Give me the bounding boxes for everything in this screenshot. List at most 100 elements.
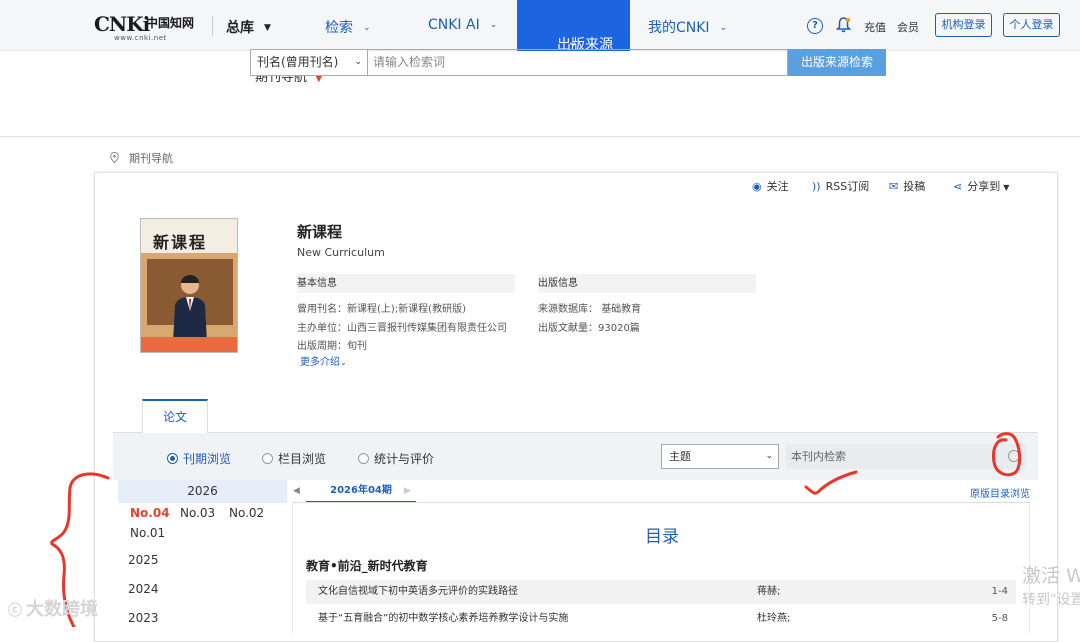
windows-settings-watermark: 转到"设置 — [1022, 592, 1080, 608]
personal-login-button[interactable]: 个人登录 — [1003, 13, 1060, 37]
radio-browse-by-column[interactable]: 栏目浏览 — [262, 450, 326, 467]
former-name-value: 新课程(上);新课程(教研版) — [347, 304, 466, 315]
caret-down-icon: ▼ — [1003, 183, 1010, 192]
search-input[interactable]: 请输入检索词 — [368, 49, 788, 76]
recharge-link[interactable]: 充值 — [864, 19, 886, 35]
radio-browse-by-issue[interactable]: 刊期浏览 — [167, 450, 231, 467]
search-field-select[interactable]: 刊名(曾用刊名) ⌄ — [250, 49, 368, 76]
share-icon: ⋖ — [953, 180, 963, 193]
library-menu[interactable]: 总库 ▼ — [226, 17, 271, 37]
next-issue-arrow-icon[interactable]: ▶ — [404, 486, 411, 496]
chevron-down-icon: ⌄ — [354, 57, 362, 67]
location-pin-icon — [110, 152, 119, 163]
article-pages: 1-4 — [991, 586, 1008, 597]
search-button[interactable]: 出版来源检索 — [788, 49, 886, 76]
nav-cnki-ai-label: CNKI AI — [428, 17, 480, 33]
stats-evaluation-label: 统计与评价 — [374, 452, 435, 466]
institution-login-button[interactable]: 机构登录 — [935, 13, 992, 37]
year-item[interactable]: 2024 — [128, 582, 159, 596]
article-author[interactable]: 蒋赫; — [757, 580, 780, 604]
library-label: 总库 — [226, 20, 254, 36]
topic-select[interactable]: 主题 ⌄ — [661, 444, 779, 469]
former-name-label: 曾用刊名： — [297, 304, 347, 315]
year-2026[interactable]: 2026 — [118, 480, 287, 503]
member-link[interactable]: 会员 — [897, 19, 919, 35]
article-author[interactable]: 杜玲燕; — [757, 607, 790, 631]
chevron-down-icon: ⌄ — [719, 23, 728, 33]
article-title[interactable]: 基于“五育融合”的初中数学核心素养培养教学设计与实施 — [318, 607, 568, 631]
breadcrumb: 期刊导航 — [110, 150, 173, 166]
chevron-down-icon: ⌄ — [765, 451, 773, 461]
watermark-logo-icon: ⓒ — [8, 603, 22, 619]
nav-publication-source[interactable]: 出版来源 ⌄ — [517, 0, 630, 53]
article-title[interactable]: 文化自信视域下初中英语多元评价的实践路径 — [318, 580, 518, 604]
rss-icon: )) — [812, 180, 821, 193]
basic-info-header: 基本信息 — [297, 274, 515, 293]
issue-tab[interactable]: 2026年04期 — [306, 480, 416, 503]
cover-footer — [141, 337, 237, 352]
browse-by-column-label: 栏目浏览 — [278, 452, 327, 466]
database-value: 基础教育 — [601, 304, 642, 315]
share-label: 分享到 — [967, 180, 1001, 193]
issue-item[interactable]: No.01 — [130, 526, 165, 540]
radio-unchecked-icon — [358, 453, 369, 464]
issue-item[interactable]: No.02 — [229, 506, 264, 520]
database-label: 来源数据库： — [538, 304, 598, 315]
caret-down-icon: ▼ — [264, 23, 271, 33]
follow-button[interactable]: ◉ 关注 — [752, 178, 789, 194]
rss-button[interactable]: )) RSS订阅 — [812, 178, 869, 194]
cnki-logo[interactable]: CNKi 中国知网 www.cnki.net — [94, 12, 198, 42]
prev-issue-arrow-icon[interactable]: ◀ — [293, 486, 300, 496]
chevron-down-icon: ⌄ — [567, 34, 579, 50]
radio-unchecked-icon — [262, 453, 273, 464]
more-intro-link[interactable]: 更多介绍⌄ — [300, 353, 347, 368]
in-journal-search-input[interactable]: 本刊内检索 — [786, 444, 1026, 469]
toc-title: 目录 — [645, 527, 679, 547]
sponsor-value: 山西三晋报刊传媒集团有限责任公司 — [347, 323, 507, 334]
section-title: 教育•前沿_新时代教育 — [306, 559, 428, 573]
nav-search-label: 检索 — [325, 20, 353, 36]
rss-label: RSS订阅 — [825, 180, 870, 193]
logo-cn: 中国知网 — [146, 16, 195, 30]
year-item[interactable]: 2025 — [128, 553, 159, 567]
doc-count-value: 93020篇 — [598, 323, 640, 334]
windows-activation-watermark: 激活 W — [1022, 565, 1080, 587]
issue-item[interactable]: No.04 — [130, 506, 170, 520]
search-icon[interactable] — [1008, 450, 1020, 462]
original-toc-link[interactable]: 原版目录浏览 — [970, 485, 1030, 500]
sponsor-row: 主办单位：山西三晋报刊传媒集团有限责任公司 — [297, 319, 507, 334]
share-button[interactable]: ⋖ 分享到 ▼ — [953, 178, 1009, 194]
help-icon[interactable]: ? — [807, 18, 823, 34]
cover-portrait — [173, 275, 207, 343]
database-row: 来源数据库： 基础教育 — [538, 300, 641, 315]
nav-my-cnki[interactable]: 我的CNKI ⌄ — [648, 17, 727, 37]
brand-watermark-text: 大数跨境 — [26, 599, 98, 620]
radio-stats-evaluation[interactable]: 统计与评价 — [358, 450, 434, 467]
nav-search[interactable]: 检索 ⌄ — [325, 17, 371, 37]
journal-title: 新课程 — [297, 223, 343, 241]
cycle-value: 旬刊 — [347, 341, 367, 352]
article-row[interactable]: 文化自信视域下初中英语多元评价的实践路径 蒋赫; 1-4 — [306, 580, 1016, 604]
more-intro-label: 更多介绍 — [300, 357, 340, 368]
year-item[interactable]: 2023 — [128, 611, 159, 625]
cycle-row: 出版周期：旬刊 — [297, 337, 367, 352]
chevron-down-icon: ⌄ — [489, 20, 498, 30]
issue-item[interactable]: No.03 — [180, 506, 215, 520]
breadcrumb-label[interactable]: 期刊导航 — [129, 152, 173, 165]
doc-count-row: 出版文献量：93020篇 — [538, 319, 640, 334]
doc-count-label: 出版文献量： — [538, 323, 598, 334]
top-nav: CNKi 中国知网 www.cnki.net 总库 ▼ 检索 ⌄ CNKI AI ⌄ … — [0, 0, 1080, 53]
journal-cover-image[interactable]: 新课程 — [140, 218, 238, 353]
cycle-label: 出版周期： — [297, 341, 347, 352]
publication-info-header: 出版信息 — [538, 274, 756, 293]
brand-watermark: ⓒ 大数跨境 — [8, 595, 98, 621]
submit-label: 投稿 — [903, 180, 926, 193]
submit-button[interactable]: ✉ 投稿 — [889, 178, 925, 194]
sponsor-label: 主办单位： — [297, 323, 347, 334]
nav-cnki-ai[interactable]: CNKI AI ⌄ — [428, 17, 497, 33]
mail-icon: ✉ — [889, 180, 899, 193]
article-row[interactable]: 基于“五育融合”的初中数学核心素养培养教学设计与实施 杜玲燕; 5-8 — [306, 607, 1016, 631]
bell-icon[interactable] — [836, 17, 851, 33]
tab-papers[interactable]: 论文 — [142, 399, 208, 433]
journal-english-title: New Curriculum — [297, 246, 385, 259]
